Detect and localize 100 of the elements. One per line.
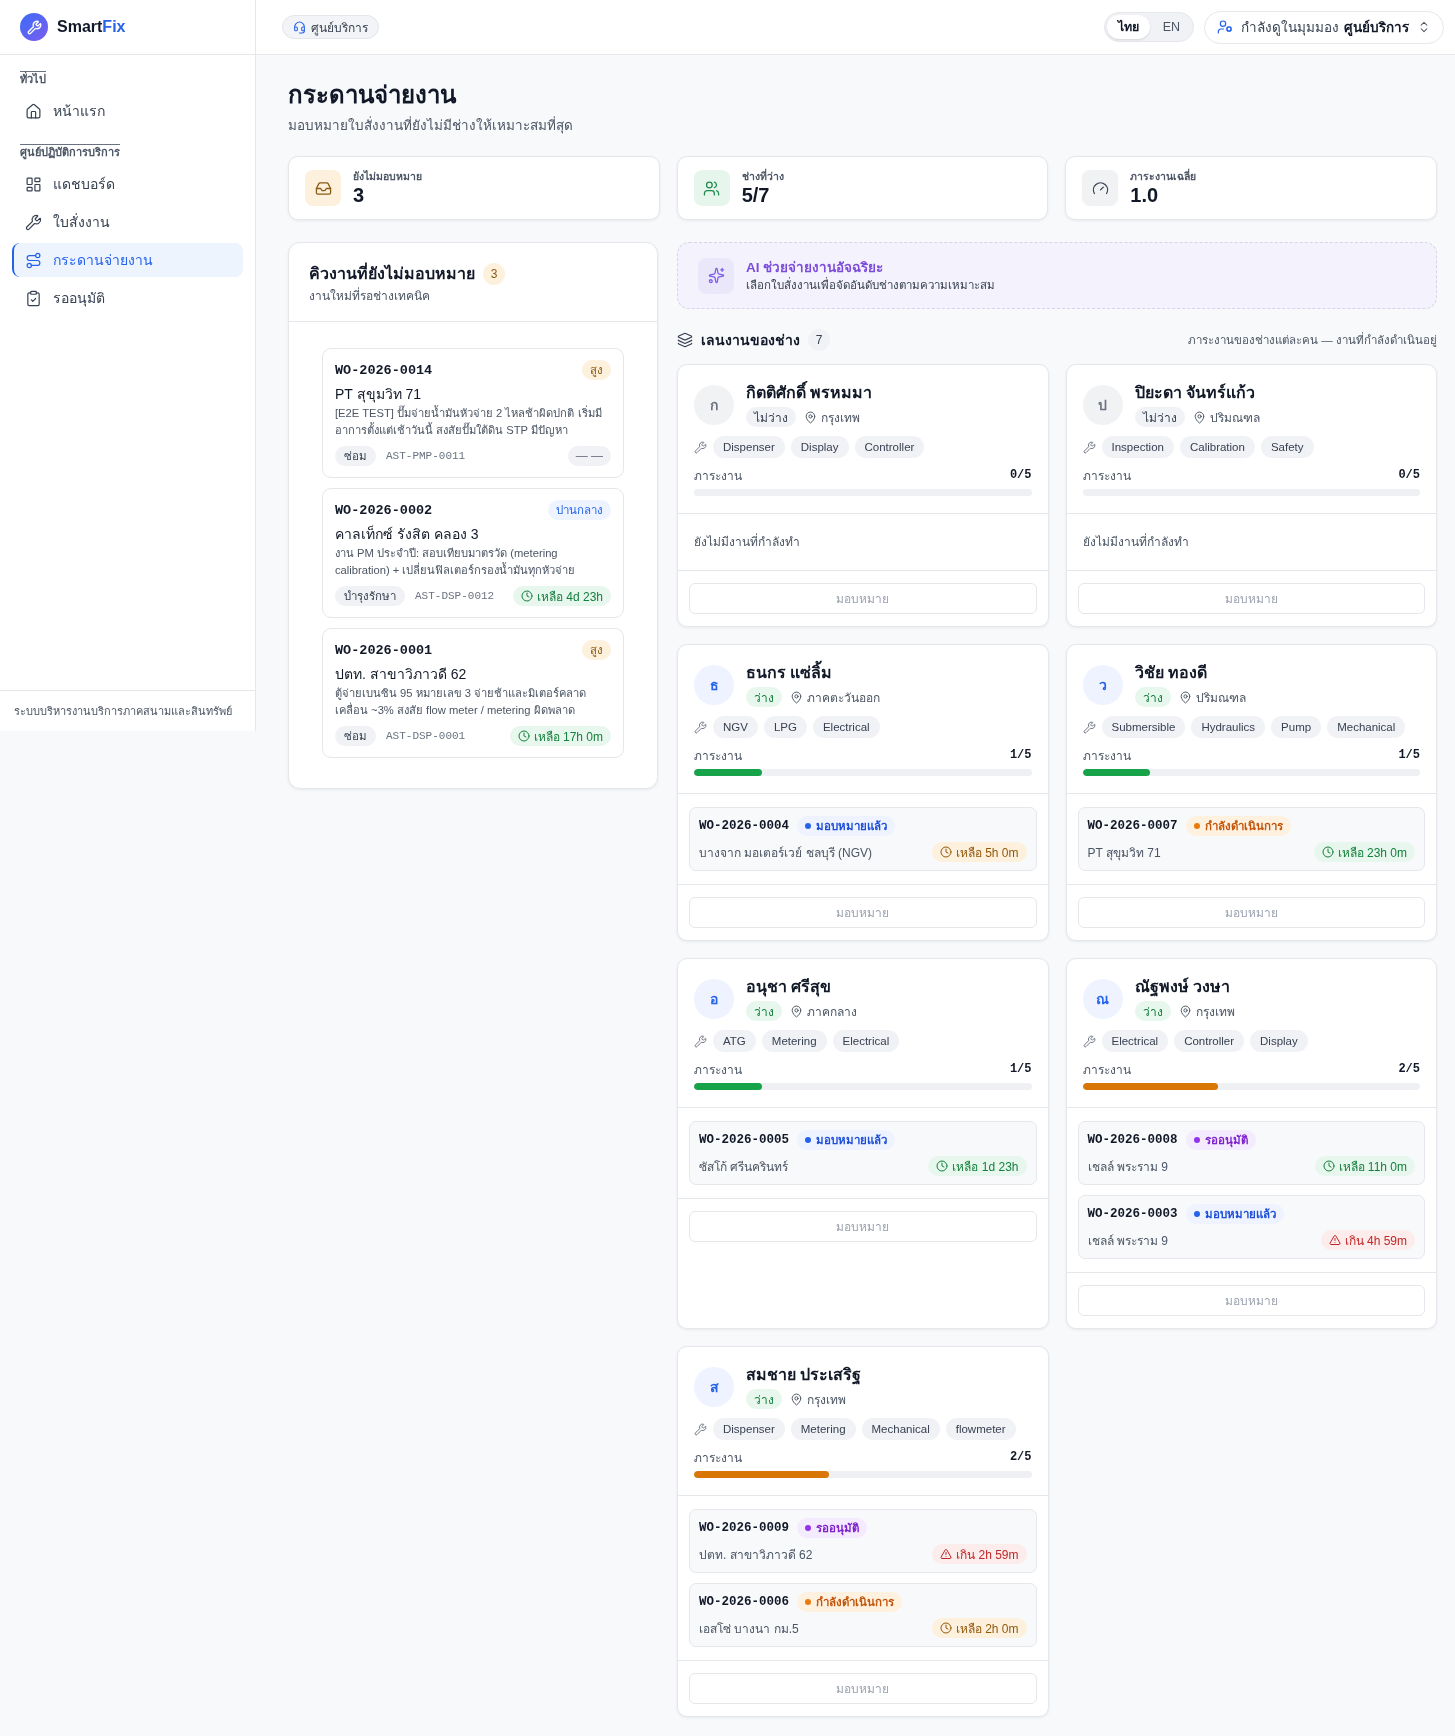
workload-label: ภาระงาน — [694, 467, 742, 485]
region-text: ภาคกลาง — [807, 1003, 857, 1021]
section-label: ทั่วไป — [20, 71, 46, 86]
status-dot-icon — [805, 1525, 811, 1531]
job-card[interactable]: WO-2026-0008 รออนุมัติ เชลล์ พระราม 9 เหลือ 11h 0m — [1077, 1121, 1425, 1185]
skill-tag: Hydraulics — [1191, 716, 1266, 738]
workload-value: 2/5 — [1398, 1062, 1420, 1076]
skill-tag: flowmeter — [945, 1418, 1016, 1440]
job-card[interactable]: WO-2026-0007 กำลังดำเนินการ PT สุขุมวิท 71 เหลือ 23h 0m — [1077, 807, 1425, 871]
ai-assist-subtitle: เลือกใบสั่งงานเพื่อจัดอันดับช่างตามความเหมาะสม — [746, 276, 995, 293]
workload-label: ภาระงาน — [694, 1449, 742, 1467]
availability-badge: ว่าง — [746, 687, 782, 707]
workload-label: ภาระงาน — [694, 747, 742, 765]
stat-value: 1.0 — [1130, 183, 1159, 207]
workload-value: 2/5 — [1009, 1450, 1032, 1464]
warning-icon — [940, 1548, 953, 1560]
technician-avatar: ก — [694, 384, 734, 425]
technician-name: อนุชา ศรีสุข — [746, 977, 832, 998]
nav-item[interactable]: ใบสั่งงาน — [12, 205, 243, 239]
skill-tag: Display — [1250, 1030, 1308, 1052]
skill-tag: ATG — [713, 1030, 756, 1052]
language-option[interactable]: ไทย — [1106, 15, 1150, 39]
work-order-id: WO-2026-0009 — [699, 1521, 789, 1535]
wrench-icon — [694, 1422, 707, 1436]
job-card[interactable]: WO-2026-0009 รออนุมัติ ปตท. สาขาวิภาวดี 62 เกิน 2h 59m — [689, 1509, 1037, 1573]
availability-badge: ว่าง — [1134, 1001, 1171, 1021]
nav-item[interactable]: หน้าแรก — [12, 94, 243, 128]
workload-value: 1/5 — [1398, 748, 1420, 762]
site-name: PT สุขุมวิท 71 — [1087, 844, 1161, 862]
skill-tag: Metering — [761, 1030, 827, 1052]
skill-tag: Electrical — [812, 716, 880, 738]
site-name: ปตท. สาขาวิภาวดี 62 — [699, 1546, 813, 1564]
skill-tag: Pump — [1271, 716, 1322, 738]
site-name: เชลล์ พระราม 9 — [1087, 1232, 1168, 1250]
panel-title: คิวงานที่ยังไม่มอบหมาย — [309, 263, 475, 285]
home-icon — [25, 102, 42, 120]
status-dot-icon — [1193, 823, 1200, 829]
count-badge: 3 — [483, 263, 505, 285]
clock-icon — [1322, 1160, 1335, 1172]
technician-name: สมชาย ประเสริฐ — [746, 1365, 862, 1386]
skill-tag: Mechanical — [861, 1418, 940, 1440]
headset-icon — [293, 20, 306, 34]
technician-name: วิชัย ทองดี — [1134, 663, 1207, 683]
nav-item[interactable]: กระดานจ่ายงาน — [12, 243, 243, 277]
context-chip[interactable]: ศูนย์บริการ — [282, 15, 379, 39]
work-order-id: WO-2026-0004 — [699, 819, 789, 833]
workload-value: 1/5 — [1009, 1062, 1032, 1076]
work-order-card[interactable]: WO-2026-0002 ปานกลาง คาลเท็กซ์ รังสิต คลอง 3 งาน PM ประจำปี: สอบเทียบมาตรวัด (metering calibration) + เปลี่ยนฟิลเตอร์กรองน้ำมันทุกหัวจ่าย บำรุงรักษา AST-DSP-0012 เหลือ 4d 23h — [322, 488, 624, 618]
map-pin-icon — [1178, 690, 1192, 704]
status-text: รออนุมัติ — [1204, 1133, 1248, 1149]
job-card[interactable]: WO-2026-0005 มอบหมายแล้ว ซัสโก้ ศรีนครินทร์ เหลือ 1d 23h — [689, 1121, 1037, 1185]
skill-tag: Metering — [790, 1418, 856, 1440]
sla-text: เหลือ 11h 0m — [1338, 1158, 1407, 1176]
work-order-id: WO-2026-0007 — [1087, 819, 1178, 833]
nav-item[interactable]: แดชบอร์ด — [12, 167, 243, 201]
job-type-tag: ซ่อม — [335, 446, 376, 466]
sparkles-icon — [698, 257, 734, 294]
availability-badge: ไม่ว่าง — [1134, 407, 1185, 427]
layers-icon — [677, 332, 693, 348]
map-pin-icon — [790, 690, 803, 704]
wrench-icon — [694, 440, 707, 454]
warning-icon — [1328, 1234, 1341, 1246]
work-order-id: WO-2026-0001 — [335, 642, 433, 658]
wrench-icon — [1082, 720, 1096, 734]
job-card[interactable]: WO-2026-0004 มอบหมายแล้ว บางจาก มอเตอร์เวย์ ชลบุรี (NGV) เหลือ 5h 0m — [689, 807, 1037, 871]
job-card[interactable]: WO-2026-0003 มอบหมายแล้ว เชลล์ พระราม 9 เกิน 4h 59m — [1077, 1195, 1425, 1259]
skill-tag: Inspection — [1101, 436, 1174, 458]
map-pin-icon — [1178, 1004, 1192, 1018]
asset-code: AST-DSP-0001 — [386, 730, 466, 742]
region-text: ภาคตะวันออก — [807, 689, 880, 707]
asset-code: AST-PMP-0011 — [386, 450, 466, 462]
work-order-id: WO-2026-0014 — [335, 362, 433, 378]
wrench-icon — [694, 720, 707, 734]
work-order-id: WO-2026-0008 — [1087, 1133, 1178, 1147]
sla-text: เหลือ 23h 0m — [1337, 844, 1407, 862]
work-order-card[interactable]: WO-2026-0014 สูง PT สุขุมวิท 71 [E2E TEST] ปั๊มจ่ายน้ำมันหัวจ่าย 2 ไหลช้าผิดปกติ เริ่มมีอาการตั้งแต่เช้าวันนี้ สงสัยปั๊มใต้ดิน STP มีปัญหา ซ่อม AST-PMP-0011 — — — [322, 348, 624, 478]
work-order-card[interactable]: WO-2026-0001 สูง ปตท. สาขาวิภาวดี 62 ตู้จ่ายเบนซิน 95 หมายเลข 3 จ่ายช้าและมิเตอร์คลาดเคลื่อน ~3% สงสัย flow meter / metering ผิดพลาด ซ่อม AST-DSP-0001 เหลือ 17h 0m — [322, 628, 624, 758]
status-text: มอบหมายแล้ว — [816, 819, 887, 834]
status-text: กำลังดำเนินการ — [1204, 819, 1283, 834]
language-option[interactable]: EN — [1151, 15, 1191, 39]
skill-tag: NGV — [713, 716, 758, 738]
technician-name: ณัฐพงษ์ วงษา — [1134, 976, 1230, 998]
skill-tag: Display — [790, 436, 849, 458]
workload-label: ภาระงาน — [1082, 1061, 1131, 1079]
skill-tag: Electrical — [832, 1030, 900, 1052]
skill-tag: Controller — [854, 436, 925, 458]
perspective-select[interactable]: กำลังดูในมุมมอง ศูนย์บริการ — [1204, 10, 1444, 44]
site-name: PT สุขุมวิท 71 — [335, 385, 421, 404]
job-card[interactable]: WO-2026-0006 กำลังดำเนินการ เอสโซ่ บางนา กม.5 เหลือ 2h 0m — [689, 1583, 1037, 1647]
section-label: ศูนย์ปฏิบัติการบริการ — [20, 144, 120, 159]
section-title: เลนงานของช่าง — [701, 331, 800, 350]
workload-value: 0/5 — [1398, 468, 1420, 482]
section-note: ภาระงานของช่างแต่ละคน — งานที่กำลังดำเนินอยู่ — [1188, 331, 1437, 349]
status-text: มอบหมายแล้ว — [816, 1133, 887, 1148]
nav-item[interactable]: รออนุมัติ — [12, 281, 243, 315]
stat-label: ยังไม่มอบหมาย — [353, 169, 422, 183]
stat-label: ภาระงานเฉลี่ย — [1130, 169, 1197, 183]
sla-text: เหลือ 1d 23h — [952, 1158, 1019, 1176]
site-name: ปตท. สาขาวิภาวดี 62 — [335, 665, 467, 684]
stat-label: ช่างที่ว่าง — [741, 169, 784, 183]
